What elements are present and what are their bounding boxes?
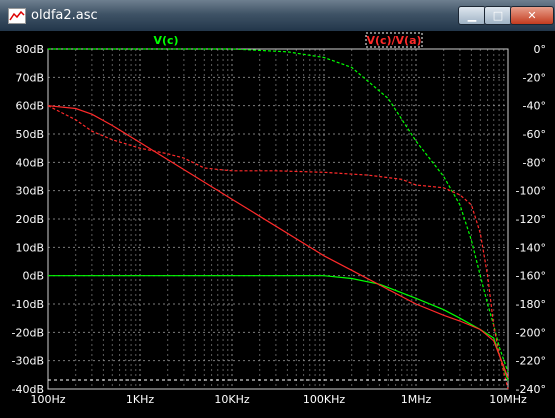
waveform-window: oldfa2.asc ▁ □ ✕ 80dB 0° 70dB -20° 60dB -40° 5… [0,0,555,418]
trace-label-vc[interactable]: V(c) [153,34,178,47]
y-tick-label-right: -80° [523,156,546,169]
y-tick-label-left: 50dB [15,128,44,141]
y-tick-label-left: -30dB [12,355,45,368]
y-tick-label-left: 30dB [15,185,44,198]
y-tick-label-left: 60dB [15,100,44,113]
trace-label-vcva[interactable]: V(c)/V(a) [366,34,421,47]
y-tick-label-left: -10dB [12,298,45,311]
y-tick-label-left: 20dB [15,213,44,226]
close-button[interactable]: ✕ [510,6,554,25]
y-tick-label-right: -160° [516,270,546,283]
y-tick-label-left: 70dB [15,71,44,84]
y-tick-label-right: -20° [523,71,546,84]
y-tick-label-right: -180° [516,298,546,311]
minimize-button[interactable]: ▁ [458,6,486,25]
trace-vc-phase [48,48,509,373]
y-tick-label-right: -120° [516,213,546,226]
x-tick-label: 1MHz [401,393,432,406]
y-tick-label-left: 10dB [15,241,44,254]
y-tick-label-right: -60° [523,128,546,141]
y-tick-label-left: 40dB [15,156,44,169]
trace-vcva-magnitude [47,105,509,378]
y-tick-label-right: -220° [516,355,546,368]
waveform-icon [8,8,26,24]
x-tick-label: 10MHz [489,393,527,406]
x-tick-label: 10KHz [214,393,249,406]
y-tick-label-left: 0dB [22,270,44,283]
y-tick-label-right: 0° [534,43,547,56]
x-tick-label: 100Hz [30,393,65,406]
y-tick-label-right: -100° [516,185,546,198]
y-tick-label-right: -40° [523,100,546,113]
y-tick-label-left: 80dB [15,43,44,56]
plot-pane[interactable]: 80dB 0° 70dB -20° 60dB -40° 50dB -60° 40dB -80° 30… [0,31,555,418]
y-tick-label-left: -20dB [12,326,45,339]
trace-vc-magnitude [48,275,509,381]
y-tick-label-right: -140° [516,241,546,254]
x-tick-label: 100KHz [303,393,345,406]
title-bar[interactable]: oldfa2.asc ▁ □ ✕ [0,0,555,31]
maximize-button[interactable]: □ [484,6,512,25]
window-title: oldfa2.asc [31,8,98,23]
y-tick-label-right: -200° [516,326,546,339]
x-tick-label: 1KHz [126,393,154,406]
